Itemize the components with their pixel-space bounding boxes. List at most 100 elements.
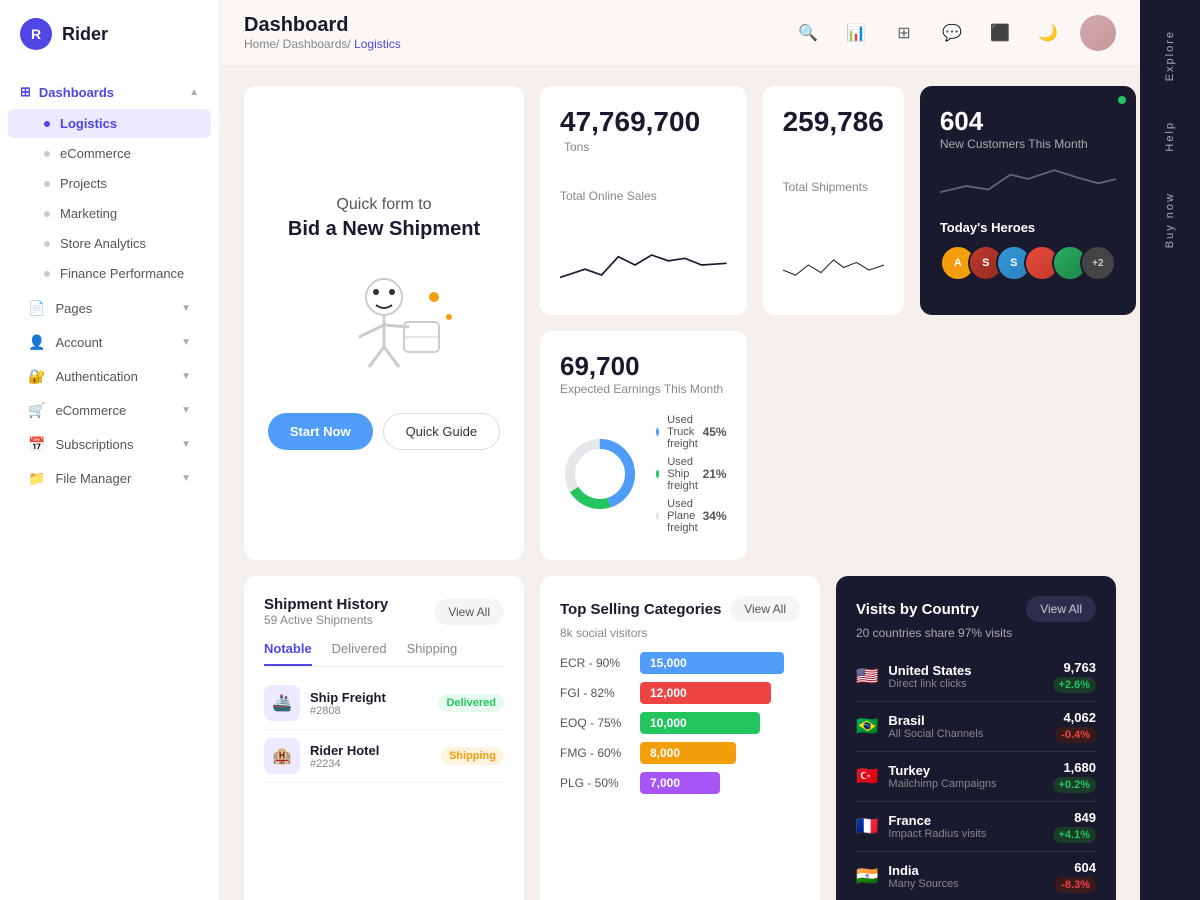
theme-toggle[interactable]: 🌙 (1032, 17, 1064, 49)
ship-id-1: #2808 (310, 705, 428, 717)
shipments-value-row: 259,786 (783, 106, 884, 138)
avatar-image (1080, 15, 1116, 51)
country-value-fr: 849 (1053, 810, 1097, 825)
visits-subtitle: 20 countries share 97% visits (856, 626, 1096, 640)
country-info-us: United States Direct link clicks (888, 663, 1042, 690)
tab-notable[interactable]: Notable (264, 641, 312, 666)
user-avatar[interactable] (1080, 15, 1116, 51)
bid-illustration (304, 267, 464, 387)
header: Dashboard Home/ Dashboards/ Logistics 🔍 … (220, 0, 1140, 66)
right-panel: Explore Help Buy now (1140, 0, 1200, 900)
country-right-fr: 849 +4.1% (1053, 810, 1097, 843)
cat-label-eoq: EOQ - 75% (560, 716, 630, 730)
logo[interactable]: R Rider (0, 0, 219, 68)
nav-dot-logistics (44, 121, 50, 127)
shipment-subtitle: 59 Active Shipments (264, 613, 388, 627)
country-info-in: India Many Sources (888, 863, 1045, 890)
quick-guide-button[interactable]: Quick Guide (383, 413, 501, 450)
legend-pct-ship: 21% (703, 467, 727, 481)
online-sales-chart (560, 235, 727, 295)
sidebar-item-pages[interactable]: 📄 Pages ▼ (8, 292, 211, 325)
shipment-view-all-button[interactable]: View All (434, 599, 504, 625)
sidebar: R Rider ⊞ Dashboards ▲ Logistics eCommer… (0, 0, 220, 900)
cat-bar-plg: 7,000 (640, 772, 720, 794)
sidebar-item-authentication[interactable]: 🔐 Authentication ▼ (8, 360, 211, 393)
shipment-title: Shipment History (264, 596, 388, 613)
chart-icon[interactable]: 📊 (840, 17, 872, 49)
apps-icon[interactable]: ⬛ (984, 17, 1016, 49)
chevron-down-icon-2: ▼ (181, 337, 191, 348)
sidebar-item-ecommerce[interactable]: eCommerce (8, 139, 211, 168)
ship-status-1: Delivered (438, 694, 504, 712)
country-info-fr: France Impact Radius visits (888, 813, 1042, 840)
tab-delivered[interactable]: Delivered (332, 641, 387, 666)
cat-bar-eoq-container: 10,000 (640, 712, 800, 734)
sidebar-item-projects[interactable]: Projects (8, 169, 211, 198)
country-change-in: -8.3% (1055, 877, 1096, 893)
sidebar-item-ecommerce-top[interactable]: 🛒 eCommerce ▼ (8, 394, 211, 427)
explore-label[interactable]: Explore (1164, 20, 1176, 91)
dashboards-label: Dashboards (39, 85, 114, 100)
categories-view-all-button[interactable]: View All (730, 596, 800, 622)
search-button[interactable]: 🔍 (792, 17, 824, 49)
country-right-br: 4,062 -0.4% (1055, 710, 1096, 743)
sidebar-nav: ⊞ Dashboards ▲ Logistics eCommerce Proje… (0, 68, 219, 900)
sidebar-item-filemanager[interactable]: 📁 File Manager ▼ (8, 462, 211, 495)
breadcrumb-active: Logistics (354, 37, 401, 51)
donut-container: Used Truck freight 45% Used Ship freight… (560, 408, 727, 540)
flag-us: 🇺🇸 (856, 666, 878, 687)
shipment-tabs: Notable Delivered Shipping (264, 641, 504, 667)
visits-view-all-button[interactable]: View All (1026, 596, 1096, 622)
nav-dashboards-header[interactable]: ⊞ Dashboards ▲ (0, 76, 219, 108)
country-in: 🇮🇳 India Many Sources 604 -8.3% (856, 852, 1096, 900)
grid-icon[interactable]: ⊞ (888, 17, 920, 49)
flag-in: 🇮🇳 (856, 866, 878, 887)
legend-plane: Used Plane freight 34% (656, 498, 727, 534)
header-left: Dashboard Home/ Dashboards/ Logistics (244, 14, 401, 51)
country-name-br: Brasil (888, 713, 1045, 728)
buy-now-label[interactable]: Buy now (1164, 182, 1176, 258)
legend-label-ship: Used Ship freight (667, 456, 702, 492)
shipments-label: Total Shipments (783, 180, 884, 194)
cat-bar-ecr: 15,000 (640, 652, 784, 674)
sidebar-item-logistics[interactable]: Logistics (8, 109, 211, 138)
cat-bar-fmg-container: 8,000 (640, 742, 800, 764)
ship-name-1: Ship Freight (310, 690, 428, 705)
chevron-down-icon-5: ▼ (181, 439, 191, 450)
ecommerce-icon: 🛒 (28, 402, 45, 419)
stats-grid: 47,769,700 Tons Total Online Sales 259,7… (540, 86, 1116, 560)
legend-label-truck: Used Truck freight (667, 414, 702, 450)
ship-info-2: Rider Hotel #2234 (310, 743, 431, 770)
chevron-down-icon-4: ▼ (181, 405, 191, 416)
sidebar-item-subscriptions[interactable]: 📅 Subscriptions ▼ (8, 428, 211, 461)
sidebar-item-store-analytics[interactable]: Store Analytics (8, 229, 211, 258)
tab-shipping[interactable]: Shipping (407, 641, 458, 666)
country-tr: 🇹🇷 Turkey Mailchimp Campaigns 1,680 +0.2… (856, 752, 1096, 802)
heroes-avatars: A S S +2 (940, 245, 1116, 281)
heroes-title: Today's Heroes (940, 220, 1116, 235)
sidebar-item-marketing[interactable]: Marketing (8, 199, 211, 228)
country-sub-fr: Impact Radius visits (888, 828, 1042, 840)
chat-icon[interactable]: 💬 (936, 17, 968, 49)
help-label[interactable]: Help (1164, 111, 1176, 162)
country-name-fr: France (888, 813, 1042, 828)
cat-label-ecr: ECR - 90% (560, 656, 630, 670)
categories-subtitle: 8k social visitors (560, 626, 800, 640)
categories-header: Top Selling Categories View All (560, 596, 800, 622)
online-sales-card: 47,769,700 Tons Total Online Sales (540, 86, 747, 315)
sidebar-item-finance[interactable]: Finance Performance (8, 259, 211, 288)
country-us: 🇺🇸 United States Direct link clicks 9,76… (856, 652, 1096, 702)
nav-dot-projects (44, 181, 50, 187)
start-now-button[interactable]: Start Now (268, 413, 373, 450)
chevron-down-icon: ▼ (181, 303, 191, 314)
bid-title: Quick form to (336, 196, 431, 214)
bid-buttons: Start Now Quick Guide (268, 413, 500, 450)
earnings-label: Expected Earnings This Month (560, 382, 727, 396)
legend-ship: Used Ship freight 21% (656, 456, 727, 492)
hero-avatar-more: +2 (1080, 245, 1116, 281)
sidebar-item-account[interactable]: 👤 Account ▼ (8, 326, 211, 359)
legend-truck: Used Truck freight 45% (656, 414, 727, 450)
country-info-tr: Turkey Mailchimp Campaigns (888, 763, 1042, 790)
country-name-in: India (888, 863, 1045, 878)
shipments-value: 259,786 (783, 106, 884, 137)
